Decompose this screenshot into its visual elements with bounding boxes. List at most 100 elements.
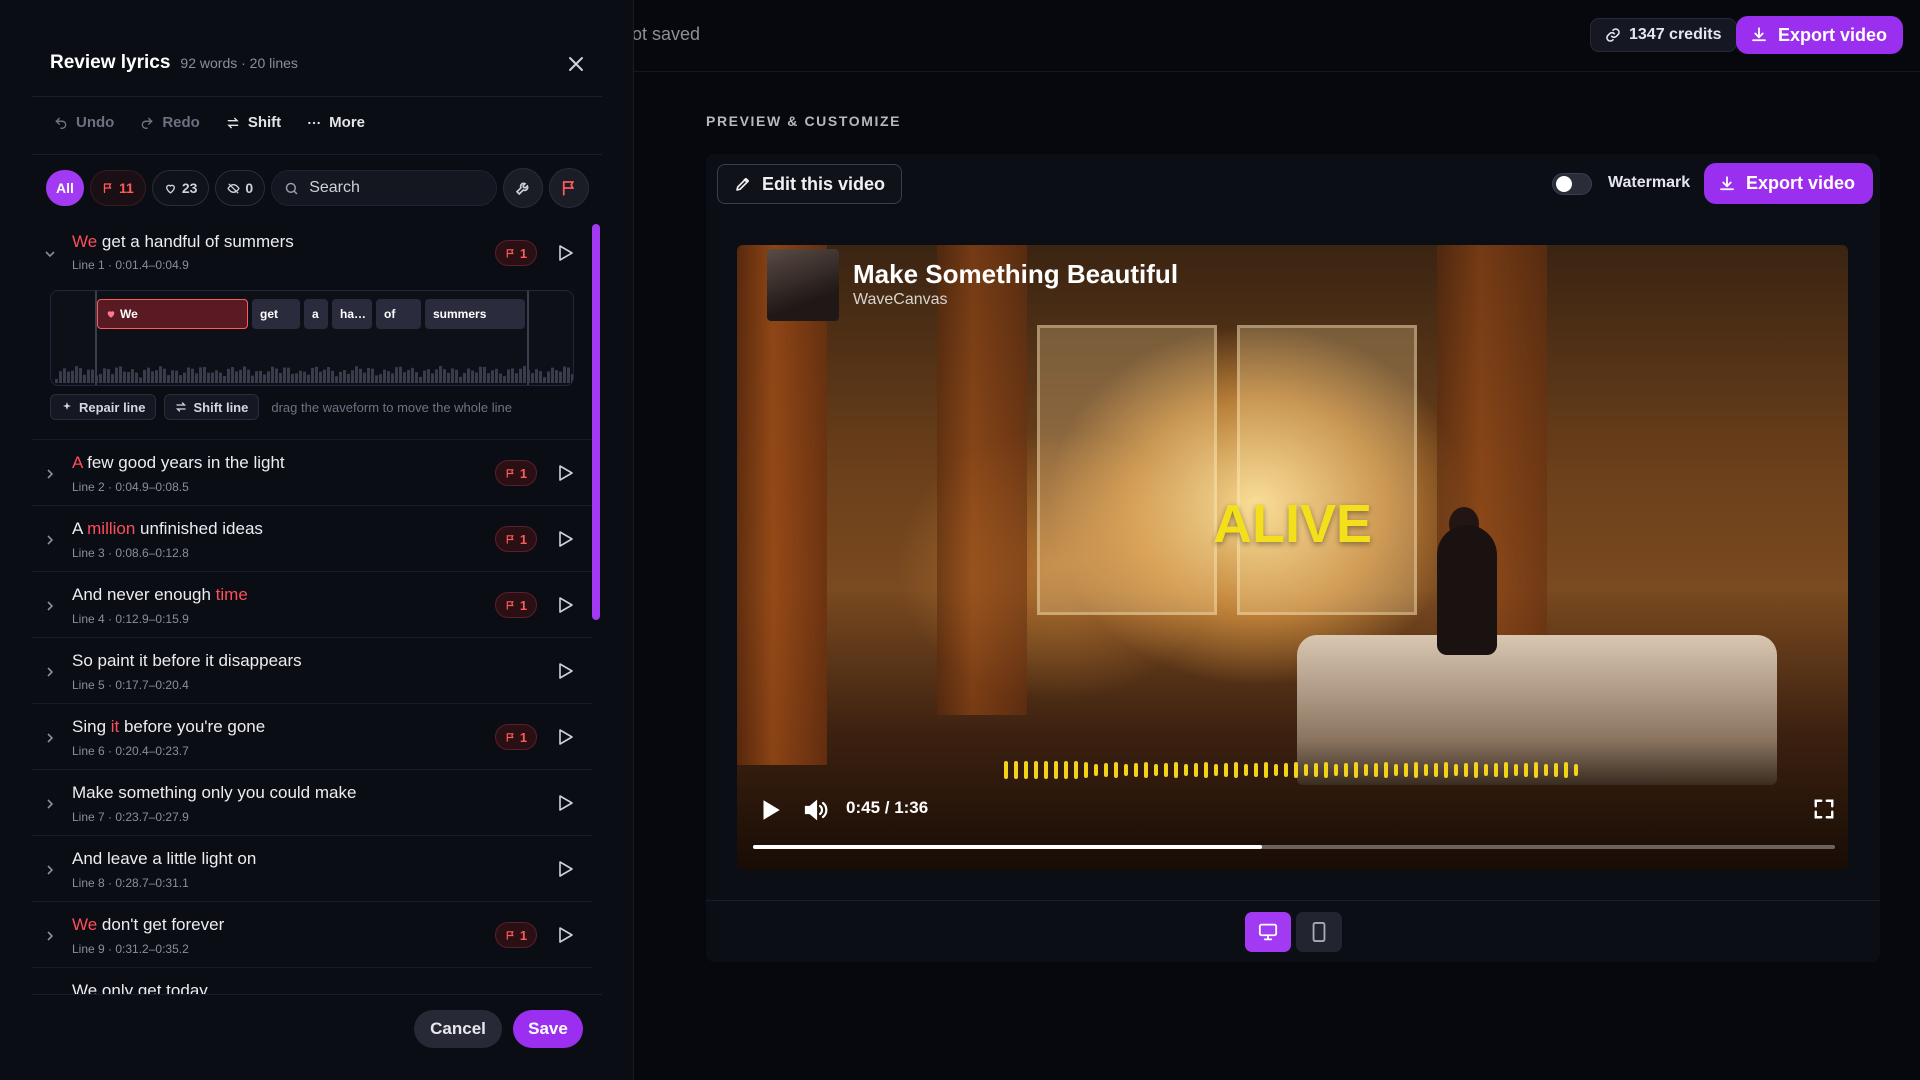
chevron-right-icon[interactable] [44, 798, 56, 810]
line-text-part: And never enough [72, 585, 216, 604]
flagged-word: We [72, 915, 98, 934]
shift-line-button[interactable]: Shift line [164, 394, 260, 420]
lyric-line-1[interactable]: We get a handful of summers Line 1 · 0:0… [32, 218, 592, 440]
close-button[interactable] [564, 52, 588, 76]
word-token[interactable]: summers [425, 299, 525, 329]
close-icon [569, 57, 583, 71]
filter-flagged[interactable]: 11 [90, 170, 146, 206]
word-token[interactable]: of [376, 299, 421, 329]
download-icon [1750, 26, 1768, 44]
chevron-right-icon[interactable] [44, 600, 56, 612]
lyric-line-9[interactable]: We don't get forever Line 9 · 0:31.2–0:35… [32, 902, 592, 968]
cancel-button[interactable]: Cancel [414, 1010, 502, 1048]
waveform-bar [247, 369, 250, 383]
shift-button[interactable]: Shift [226, 114, 281, 131]
play-line-icon[interactable] [558, 860, 574, 878]
word-token[interactable]: We [97, 299, 248, 329]
video-progress-bar[interactable] [753, 845, 1835, 849]
search-input[interactable]: Search [271, 170, 498, 206]
export-video-button[interactable]: Export video [1704, 163, 1874, 204]
waveform-bar [67, 371, 70, 383]
flag-badge[interactable]: 1 [495, 460, 537, 486]
line-text-part: before you're gone [119, 717, 266, 736]
more-button[interactable]: More [307, 114, 365, 131]
play-line-icon[interactable] [558, 464, 574, 482]
undo-button[interactable]: Undo [54, 114, 114, 131]
play-line-icon[interactable] [558, 596, 574, 614]
waveform-bar [483, 366, 486, 383]
watermark-toggle[interactable] [1552, 173, 1592, 195]
waveform-bar [235, 371, 238, 383]
filter-liked[interactable]: 23 [151, 170, 210, 206]
lyric-line-4[interactable]: And never enough time Line 4 · 0:12.9–0:1… [32, 572, 592, 638]
fullscreen-icon[interactable] [1813, 798, 1835, 820]
waveform-bar [111, 374, 114, 383]
tools-button[interactable] [503, 168, 544, 208]
desktop-view-button[interactable] [1245, 912, 1291, 952]
chevron-right-icon[interactable] [44, 930, 56, 942]
waveform-bar [83, 374, 86, 383]
flag-filter-button[interactable] [549, 168, 590, 208]
edit-video-button[interactable]: Edit this video [717, 164, 903, 204]
lyric-line-3[interactable]: A million unfinished ideas Line 3 · 0:08.… [32, 506, 592, 572]
flag-badge[interactable]: 1 [495, 724, 537, 750]
lyric-line-10[interactable]: We only get today [32, 968, 592, 994]
waveform-bar [451, 368, 454, 383]
mobile-view-button[interactable] [1296, 912, 1342, 952]
redo-button[interactable]: Redo [140, 114, 200, 131]
waveform-bar [423, 370, 426, 383]
waveform-bar [127, 371, 130, 383]
flag-badge[interactable]: 1 [495, 240, 537, 266]
line-end-handle[interactable] [527, 291, 529, 385]
play-line-icon[interactable] [558, 728, 574, 746]
waveform-bar [447, 372, 450, 383]
lyric-line-6[interactable]: Sing it before you're gone Line 6 · 0:20.… [32, 704, 592, 770]
flag-badge[interactable]: 1 [495, 922, 537, 948]
waveform-bar [443, 369, 446, 383]
flag-badge[interactable]: 1 [495, 592, 537, 618]
waveform-editor[interactable]: We get a ha… of summers [50, 290, 574, 386]
waveform-bar [399, 366, 402, 383]
waveform-bar [87, 369, 90, 383]
waveform-bar [395, 367, 398, 383]
chevron-right-icon[interactable] [44, 864, 56, 876]
chevron-right-icon[interactable] [44, 468, 56, 480]
lyric-line-5[interactable]: So paint it before it disappears Line 5 ·… [32, 638, 592, 704]
play-line-icon[interactable] [558, 244, 574, 262]
flag-icon [563, 181, 575, 196]
visualizer-bar [1284, 763, 1288, 777]
video-progress-fill [753, 845, 1262, 849]
lyric-line-7[interactable]: Make something only you could make Line 7… [32, 770, 592, 836]
chevron-right-icon[interactable] [44, 534, 56, 546]
play-icon[interactable] [757, 797, 783, 823]
panel-header: Review lyrics 92 words · 20 lines [50, 52, 298, 74]
word-token[interactable]: a [304, 299, 328, 329]
video-player[interactable]: Make Something Beautiful WaveCanvas ALIV… [737, 245, 1848, 870]
visualizer-bar [1214, 764, 1218, 776]
chevron-right-icon[interactable] [44, 732, 56, 744]
filter-all[interactable]: All [46, 170, 84, 206]
repair-line-button[interactable]: Repair line [50, 394, 157, 420]
line-text-part: Sing [72, 717, 111, 736]
save-button[interactable]: Save [513, 1010, 583, 1048]
chevron-right-icon[interactable] [44, 666, 56, 678]
visualizer-bar [1234, 762, 1238, 778]
play-line-icon[interactable] [558, 530, 574, 548]
play-line-icon[interactable] [558, 926, 574, 944]
lyric-line-8[interactable]: And leave a little light on Line 8 · 0:28… [32, 836, 592, 902]
filter-hidden[interactable]: 0 [215, 170, 266, 206]
play-line-icon[interactable] [558, 662, 574, 680]
visualizer-bar [1004, 761, 1008, 779]
volume-icon[interactable] [803, 797, 831, 823]
waveform-bar [535, 369, 538, 383]
word-token[interactable]: get [252, 299, 300, 329]
credits-badge[interactable]: 1347 credits [1590, 18, 1737, 52]
waveform-bar [347, 373, 350, 383]
lyric-line-2[interactable]: A few good years in the light Line 2 · 0:… [32, 440, 592, 506]
export-video-button-top[interactable]: Export video [1736, 16, 1904, 54]
waveform-bar [459, 376, 462, 383]
list-scrollbar[interactable] [592, 224, 600, 620]
play-line-icon[interactable] [558, 794, 574, 812]
word-token[interactable]: ha… [332, 299, 372, 329]
flag-badge[interactable]: 1 [495, 526, 537, 552]
